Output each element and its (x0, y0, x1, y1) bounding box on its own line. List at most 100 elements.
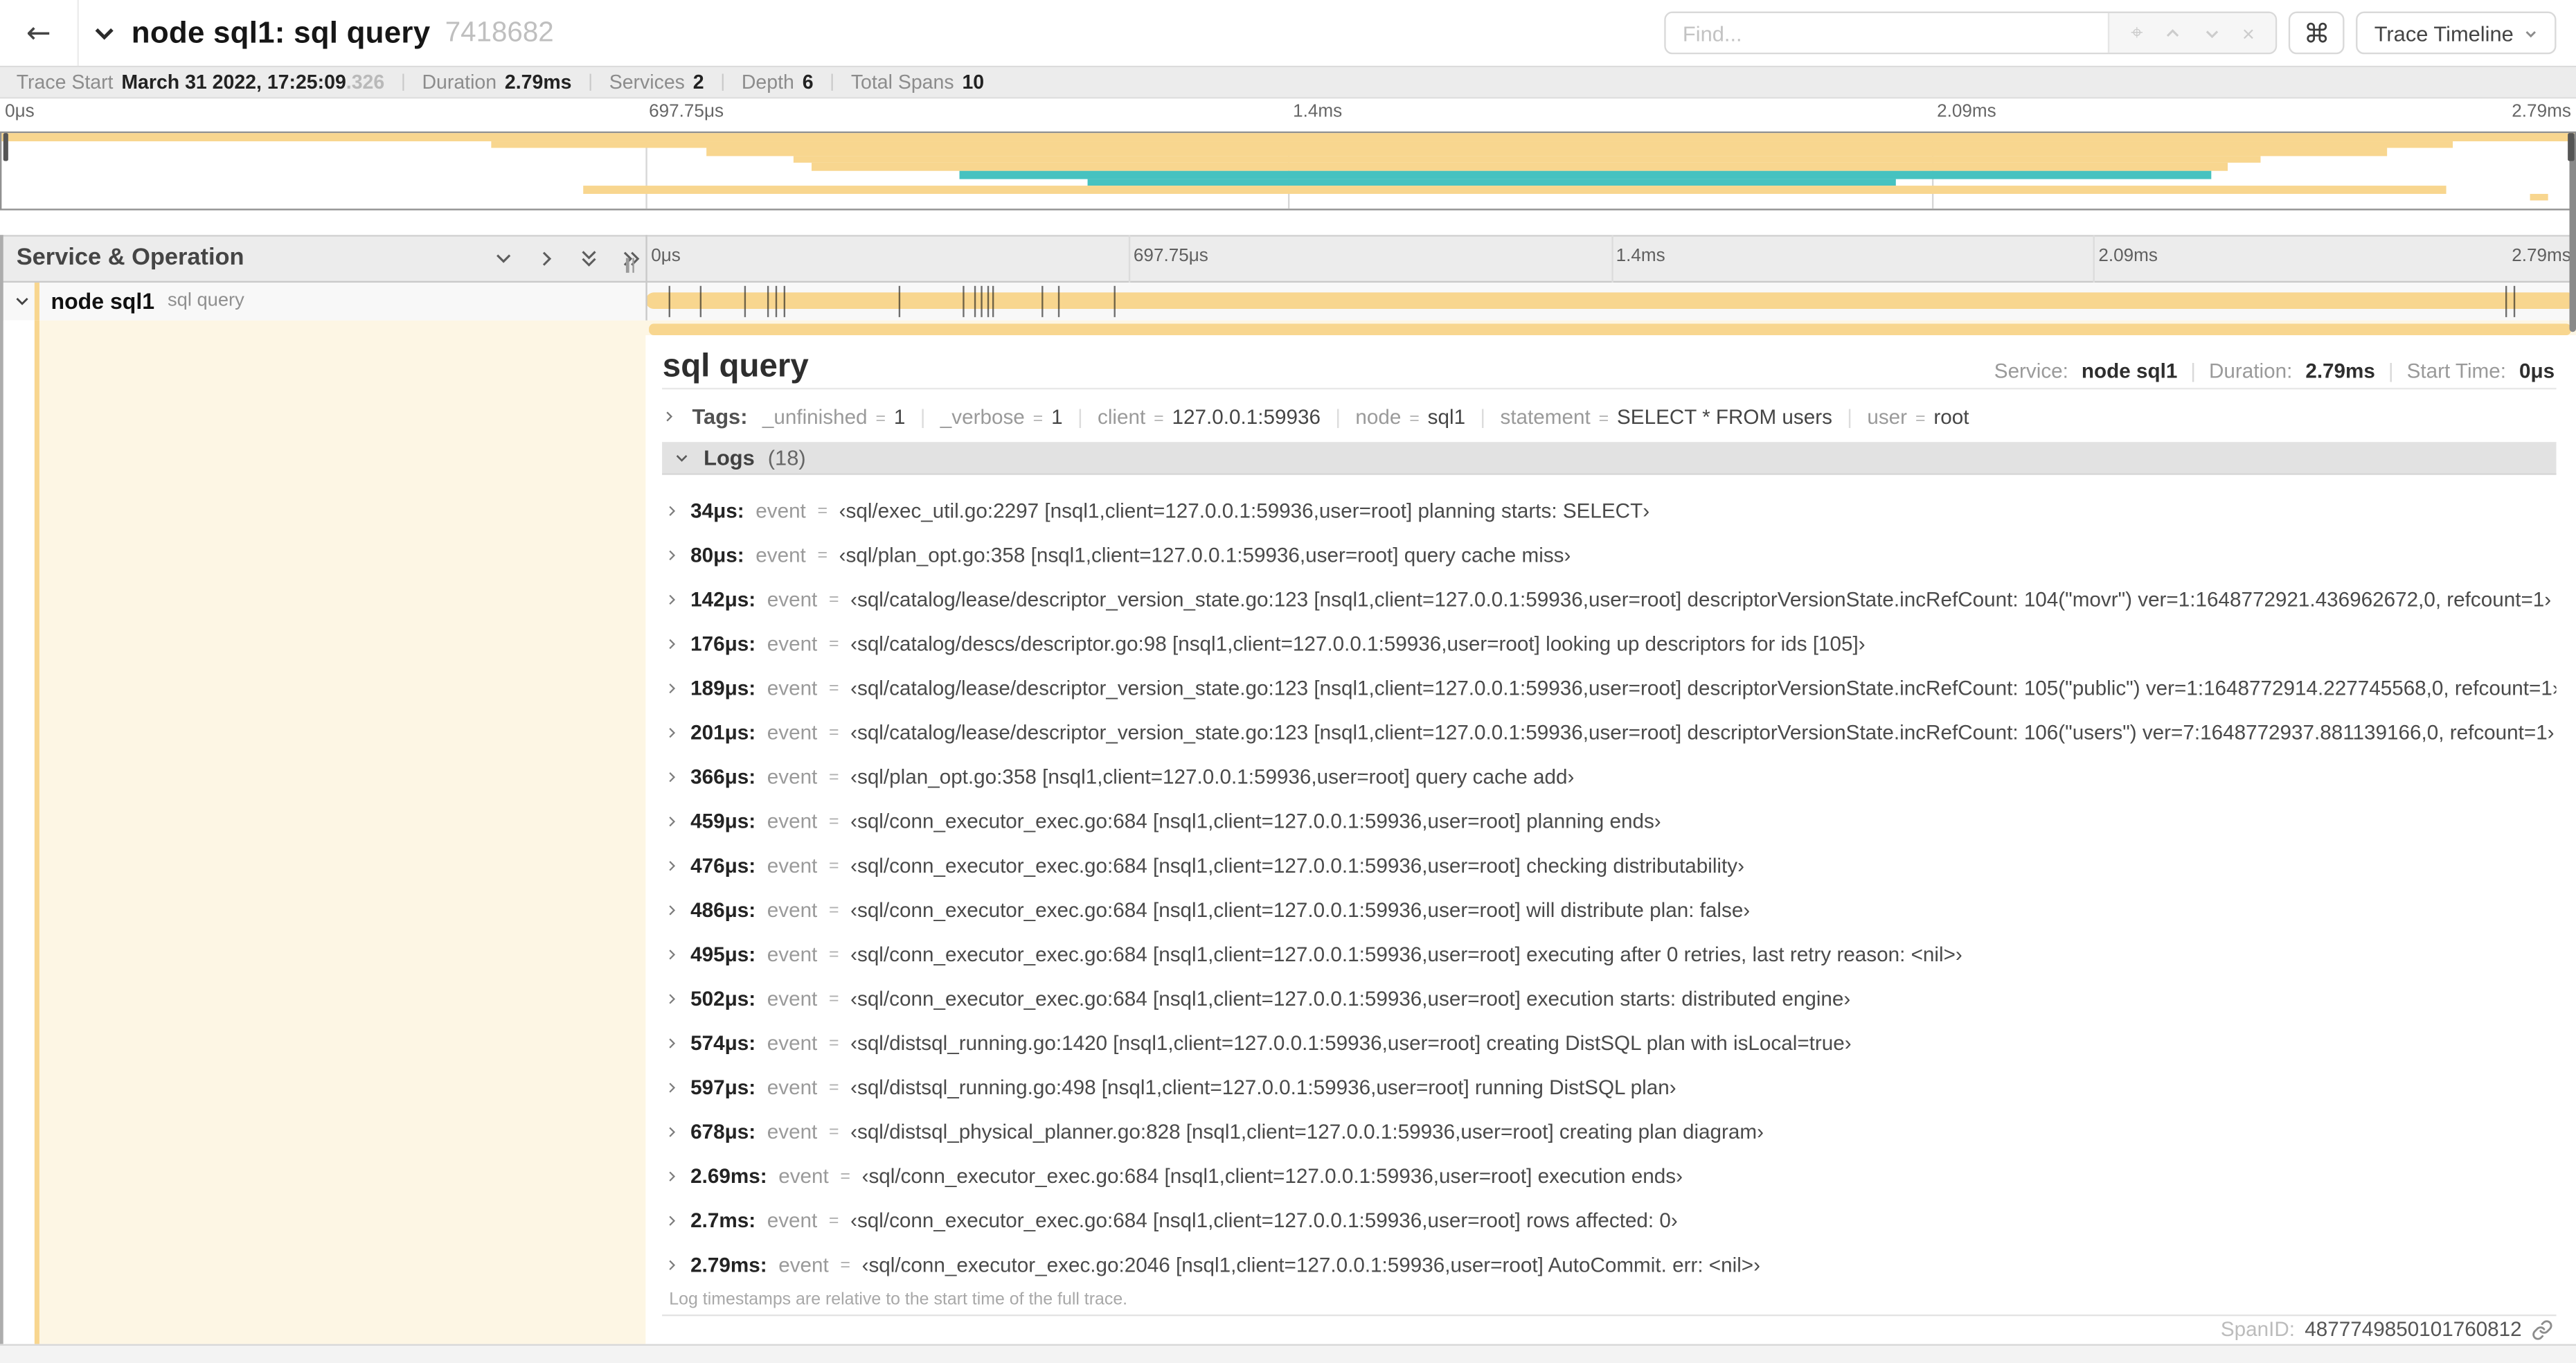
start-time-label: Start Time: (2406, 360, 2506, 384)
span-color-strip (34, 320, 39, 1344)
ruler-tick-label: 0μs (5, 102, 35, 122)
minimap-span-bar (582, 186, 2446, 194)
ruler-tick-label: 697.75μs (649, 102, 724, 122)
scrollbar-thumb[interactable] (2569, 138, 2575, 332)
collapse-one-chevron-right-icon[interactable] (535, 248, 557, 269)
log-timestamp: 574μs: (690, 1032, 756, 1055)
collapse-trace-chevron-icon[interactable] (92, 21, 117, 46)
start-time-value: 0μs (2519, 360, 2555, 384)
next-match-icon[interactable] (2203, 24, 2221, 42)
log-marker-tick (974, 285, 976, 317)
log-timestamp: 678μs: (690, 1121, 756, 1144)
log-marker-tick (2505, 285, 2508, 317)
duration-label: Duration: (2208, 360, 2293, 384)
logs-count: (18) (767, 445, 806, 470)
log-field-value: ‹sql/exec_util.go:2297 [nsql1,client=127… (839, 499, 1650, 524)
log-field-value: ‹sql/conn_executor_exec.go:684 [nsql1,cl… (861, 1165, 1683, 1188)
tags-label: Tags: (692, 404, 748, 429)
minimap-canvas[interactable] (0, 131, 2576, 211)
log-row[interactable]: 2.7ms: event = ‹sql/conn_executor_exec.g… (663, 1199, 2557, 1243)
service-value: node sql1 (2081, 360, 2178, 384)
log-timestamp: 189μs: (690, 677, 756, 701)
expand-one-chevron-down-icon[interactable] (493, 248, 515, 269)
chevron-right-icon (666, 1126, 679, 1139)
span-detail-row: sql query Service: node sql1 | Duration: 2… (0, 320, 2576, 1344)
expand-all-double-chevron-down-icon[interactable] (578, 248, 600, 269)
scrubber-left-handle[interactable] (2, 133, 8, 161)
log-marker-tick (784, 285, 787, 317)
log-field-key: event (767, 766, 818, 790)
log-field-key: event (778, 1254, 829, 1278)
span-expand-chevron-icon[interactable] (13, 292, 31, 310)
log-field-key: event (767, 943, 818, 967)
log-field-key: event (767, 677, 818, 701)
service-operation-label: Service & Operation (16, 245, 244, 272)
log-row[interactable]: 597μs: event = ‹sql/distsql_running.go:4… (663, 1066, 2557, 1110)
log-row[interactable]: 2.69ms: event = ‹sql/conn_executor_exec.… (663, 1155, 2557, 1199)
view-options-button[interactable]: Trace Timeline (2356, 11, 2557, 55)
column-resizer-grip[interactable] (625, 258, 634, 274)
log-field-key: event (767, 855, 818, 878)
log-timestamp: 201μs: (690, 722, 756, 745)
log-timestamp: 476μs: (690, 855, 756, 878)
log-row[interactable]: 189μs: event = ‹sql/catalog/lease/descri… (663, 667, 2556, 711)
log-row[interactable]: 502μs: event = ‹sql/conn_executor_exec.g… (663, 977, 2557, 1022)
ruler-tick-label: 0μs (651, 247, 681, 267)
log-row[interactable]: 34μs: event = ‹sql/exec_util.go:2297 [ns… (663, 490, 2557, 534)
log-marker-tick (1114, 285, 1116, 317)
tag-item: node = sql1 (1355, 405, 1466, 429)
chevron-right-icon (666, 949, 679, 962)
ruler-tick-label: 1.4ms (1616, 247, 1665, 267)
log-field-value: ‹sql/conn_executor_exec.go:684 [nsql1,cl… (850, 899, 1751, 923)
span-row[interactable]: node sql1 sql query (0, 282, 2576, 321)
detail-span-bar (649, 323, 2571, 335)
prev-match-icon[interactable] (2164, 24, 2182, 42)
chevron-right-icon (666, 771, 679, 784)
locate-match-icon[interactable]: ⌖ (2131, 21, 2143, 46)
log-row[interactable]: 201μs: event = ‹sql/catalog/lease/descri… (663, 711, 2557, 756)
keyboard-shortcuts-button[interactable]: ⌘ (2289, 11, 2345, 55)
duration-value: 2.79ms (2305, 360, 2375, 384)
span-color-strip (34, 282, 39, 321)
log-field-key: event (767, 1209, 818, 1233)
log-row[interactable]: 2.79ms: event = ‹sql/conn_executor_exec.… (663, 1243, 2557, 1288)
find-input[interactable] (1666, 12, 2109, 53)
span-id-value: 4877749850101760812 (2305, 1318, 2522, 1342)
page-title: node sql1: sql query (131, 15, 431, 50)
back-button[interactable]: ← (0, 0, 79, 66)
meta-item: Duration 2.79ms (422, 70, 572, 93)
log-field-value: ‹sql/distsql_running.go:498 [nsql1,clien… (850, 1076, 1676, 1100)
log-row[interactable]: 142μs: event = ‹sql/catalog/lease/descri… (663, 578, 2557, 623)
deep-link-icon[interactable] (2532, 1319, 2553, 1341)
minimap-ruler: 0μs 697.75μs 1.4ms 2.09ms 2.79ms (0, 102, 2576, 130)
log-row[interactable]: 176μs: event = ‹sql/catalog/descs/descri… (663, 623, 2557, 667)
timeline-ruler: 0μs 697.75μs 1.4ms 2.09ms 2.79ms (646, 237, 2576, 280)
span-duration-bar[interactable] (646, 292, 2576, 310)
log-row[interactable]: 495μs: event = ‹sql/conn_executor_exec.g… (663, 933, 2557, 977)
scrubber-right-handle[interactable] (2568, 133, 2574, 161)
log-row[interactable]: 80μs: event = ‹sql/plan_opt.go:358 [nsql… (663, 534, 2557, 578)
left-edge-line (0, 235, 3, 1344)
logs-accordion-header[interactable]: Logs (18) (662, 441, 2557, 476)
log-row[interactable]: 366μs: event = ‹sql/plan_opt.go:358 [nsq… (663, 756, 2557, 800)
chevron-right-icon (666, 1259, 679, 1272)
log-field-value: ‹sql/conn_executor_exec.go:684 [nsql1,cl… (850, 943, 1962, 967)
chevron-right-icon (666, 549, 679, 562)
log-marker-tick (898, 285, 900, 317)
log-field-key: event (767, 810, 818, 834)
log-row[interactable]: 486μs: event = ‹sql/conn_executor_exec.g… (663, 889, 2557, 933)
chevron-right-icon (666, 1082, 679, 1095)
log-marker-tick (992, 285, 994, 317)
clear-search-icon[interactable]: × (2242, 21, 2255, 46)
log-marker-tick (668, 285, 671, 317)
chevron-right-icon (666, 594, 679, 607)
log-marker-tick (963, 285, 965, 317)
tags-accordion[interactable]: Tags: _unfinished = 1 | _verbose = 1 | client = 12… (663, 402, 2557, 433)
chevron-right-icon (666, 1037, 679, 1051)
log-row[interactable]: 476μs: event = ‹sql/conn_executor_exec.g… (663, 844, 2557, 889)
app-header: ← node sql1: sql query 7418682 ⌖ (0, 0, 2576, 67)
log-row[interactable]: 678μs: event = ‹sql/distsql_physical_pla… (663, 1110, 2557, 1155)
log-row[interactable]: 459μs: event = ‹sql/conn_executor_exec.g… (663, 800, 2557, 844)
log-field-key: event (778, 1165, 829, 1188)
log-row[interactable]: 574μs: event = ‹sql/distsql_running.go:1… (663, 1022, 2557, 1066)
